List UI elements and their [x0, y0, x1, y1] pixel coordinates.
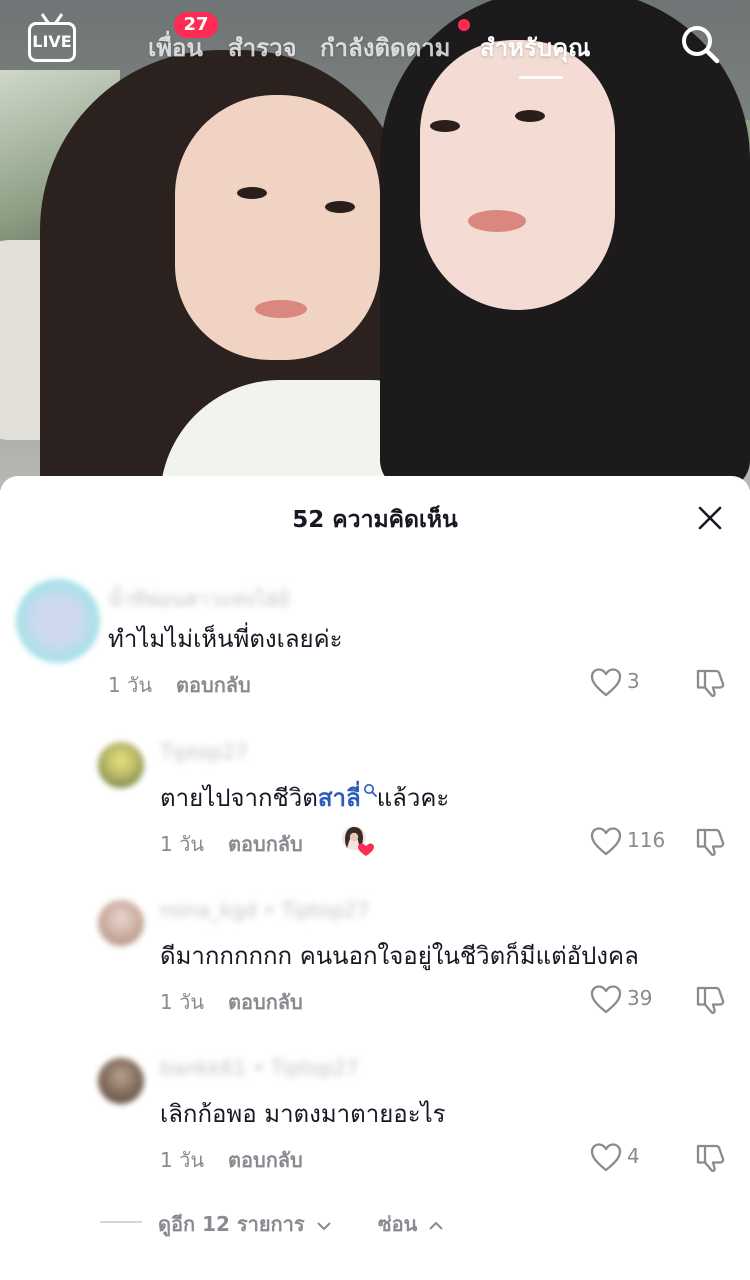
- search-icon[interactable]: [680, 24, 720, 64]
- comment-text-before: ตายไปจากชีวิต: [160, 784, 318, 812]
- like-count: 39: [627, 986, 653, 1010]
- tab-following-label: กำลังติดตาม: [320, 34, 451, 62]
- heart-icon[interactable]: [590, 984, 622, 1014]
- tab-explore-label: สำรวจ: [228, 34, 297, 62]
- heart-icon[interactable]: [590, 1142, 622, 1172]
- creator-liked-avatar-icon: [342, 826, 374, 856]
- dislike-icon[interactable]: [694, 1141, 726, 1173]
- view-more-replies-button[interactable]: ดูอีก 12 รายการ: [158, 1208, 332, 1240]
- mention-link[interactable]: สาลี่: [318, 784, 377, 812]
- avatar[interactable]: [98, 1058, 144, 1104]
- top-nav: LIVE เพื่อน 27 สำรวจ กำลังติดตาม สำหรับค…: [0, 0, 750, 90]
- comment-age: 1 วัน: [160, 832, 204, 856]
- close-icon[interactable]: [694, 502, 726, 534]
- eye: [430, 120, 460, 132]
- dislike-icon[interactable]: [694, 825, 726, 857]
- chevron-up-icon: [429, 1221, 443, 1230]
- comment-age: 1 วัน: [108, 673, 152, 697]
- tab-for-you[interactable]: สำหรับคุณ: [480, 28, 590, 67]
- hide-label: ซ่อน: [378, 1212, 418, 1236]
- comment-age: 1 วัน: [160, 1148, 204, 1172]
- reply-button[interactable]: ตอบกลับ: [176, 669, 251, 701]
- reply-comment-item[interactable]: Tiptop27 ตายไปจากชีวิตสาลี่ แล้วคะ 1 วัน …: [0, 734, 750, 884]
- person-left-face: [175, 95, 380, 360]
- reply-comment-item[interactable]: bankk61 • Tiptop27 เลิกก้อพอ มาตงมาตายอะ…: [0, 1050, 750, 1200]
- like-count: 3: [627, 669, 640, 693]
- divider: [100, 1221, 142, 1223]
- tab-following[interactable]: กำลังติดตาม: [320, 28, 451, 67]
- lips: [255, 300, 307, 318]
- reply-button[interactable]: ตอบกลับ: [228, 1144, 303, 1176]
- eye: [325, 201, 355, 213]
- reply-button[interactable]: ตอบกลับ: [228, 986, 303, 1018]
- chevron-down-icon: [316, 1221, 331, 1230]
- friends-notification-badge: 27: [174, 12, 218, 38]
- comment-text: ดีมากกกกกก คนนอกใจอยู่ในชีวิตก็มีแต่อัปง…: [160, 942, 639, 970]
- heart-icon[interactable]: [590, 667, 622, 697]
- dislike-icon[interactable]: [694, 666, 726, 698]
- heart-icon[interactable]: [590, 826, 622, 856]
- live-label: LIVE: [32, 32, 72, 51]
- avatar[interactable]: [16, 579, 100, 663]
- active-tab-indicator: [519, 76, 563, 79]
- comment-username[interactable]: bankk61 • Tiptop27: [160, 1056, 359, 1080]
- search-icon: [363, 784, 377, 797]
- comment-text: ทำไมไม่เห็นพี่ตงเลยค่ะ: [108, 625, 343, 653]
- dislike-icon[interactable]: [694, 983, 726, 1015]
- comment-username[interactable]: nona_kgd • Tiptop27: [160, 898, 369, 922]
- comment-text: เลิกก้อพอ มาตงมาตายอะไร: [160, 1100, 446, 1128]
- avatar[interactable]: [98, 900, 144, 946]
- comment-text: ตายไปจากชีวิตสาลี่ แล้วคะ: [160, 778, 449, 817]
- like-count: 4: [627, 1144, 640, 1168]
- following-notification-dot: [458, 19, 470, 31]
- lips: [468, 210, 526, 232]
- reply-comment-item[interactable]: nona_kgd • Tiptop27 ดีมากกกกกก คนนอกใจอย…: [0, 892, 750, 1042]
- live-button[interactable]: LIVE: [28, 22, 76, 62]
- comments-count-title: 52 ความคิดเห็น: [292, 507, 458, 533]
- avatar[interactable]: [98, 742, 144, 788]
- replies-controls: ดูอีก 12 รายการ ซ่อน: [0, 1206, 750, 1246]
- hide-replies-button[interactable]: ซ่อน: [378, 1208, 444, 1240]
- mention-text: สาลี่: [317, 784, 361, 812]
- like-count: 116: [627, 828, 666, 852]
- comment-item[interactable]: น้ำทิพ่อนสาวแท่งไฮ่ย์ ทำไมไม่เห็นพี่ตงเล…: [0, 571, 750, 721]
- tab-friends-label: เพื่อน: [148, 34, 203, 62]
- tab-for-you-label: สำหรับคุณ: [480, 34, 591, 62]
- reply-button[interactable]: ตอบกลับ: [228, 828, 303, 860]
- eye: [515, 110, 545, 122]
- comment-text-after: แล้วคะ: [376, 784, 450, 812]
- comment-username[interactable]: Tiptop27: [160, 740, 248, 764]
- comment-username[interactable]: น้ำทิพ่อนสาวแท่งไฮ่ย์: [108, 583, 289, 615]
- view-more-label: ดูอีก 12 รายการ: [158, 1212, 305, 1236]
- eye: [237, 187, 267, 199]
- comments-sheet: 52 ความคิดเห็น น้ำทิพ่อนสาวแท่งไฮ่ย์ ทำไ…: [0, 476, 750, 1280]
- tab-explore[interactable]: สำรวจ: [228, 28, 297, 67]
- comment-age: 1 วัน: [160, 990, 204, 1014]
